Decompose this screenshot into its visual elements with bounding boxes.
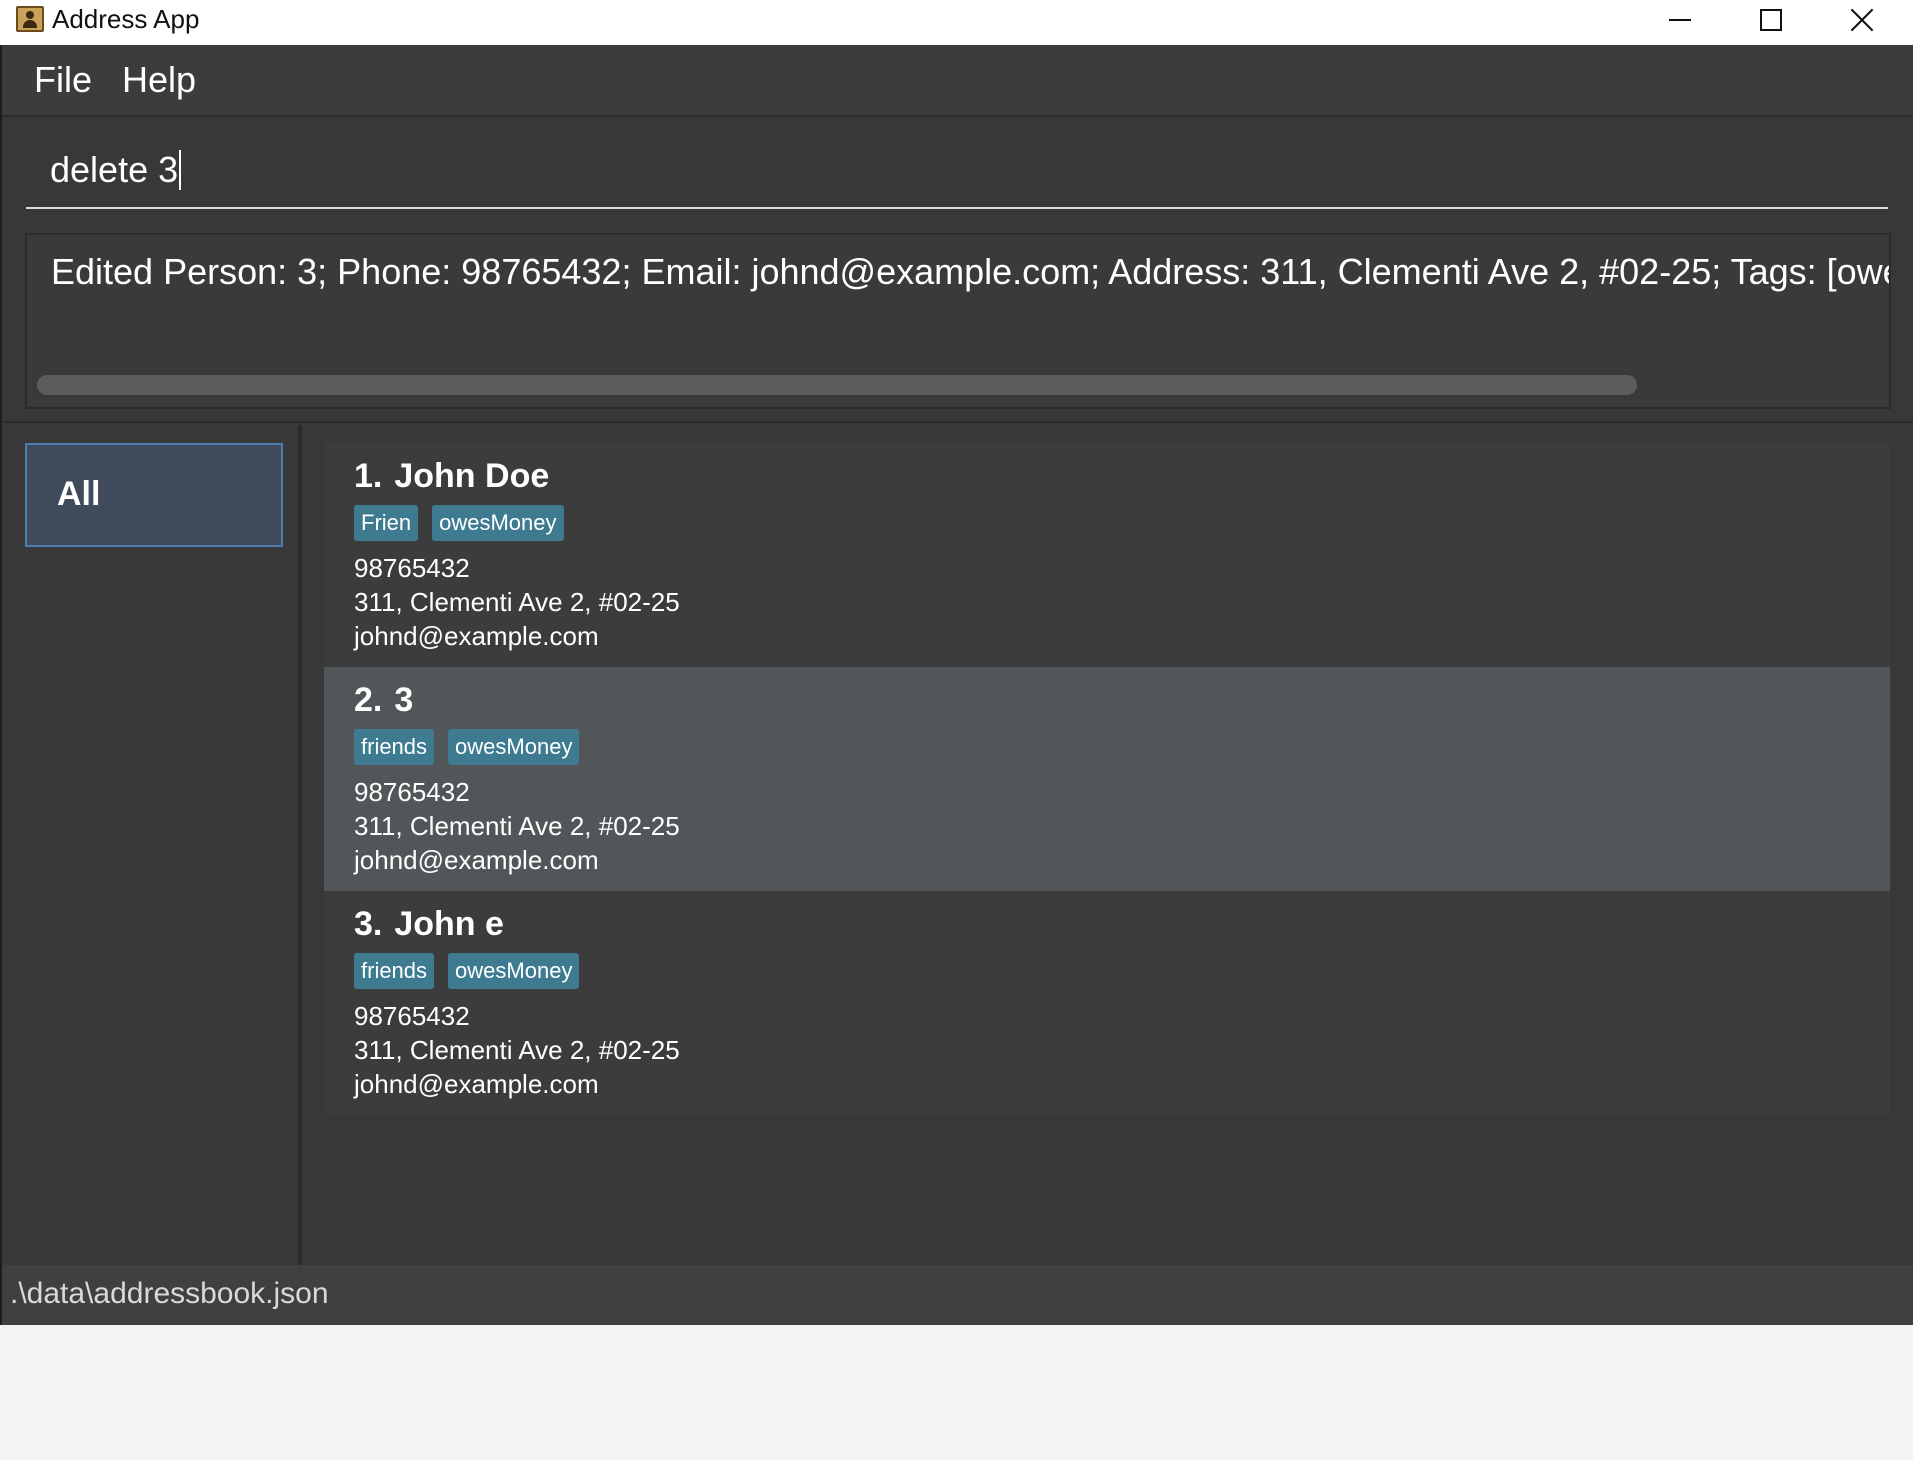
person-name-text: John e — [394, 905, 504, 943]
menu-help[interactable]: Help — [122, 59, 196, 101]
command-box-area: delete 3 — [2, 119, 1913, 219]
text-caret — [179, 150, 182, 190]
horizontal-scrollbar[interactable] — [37, 375, 1883, 397]
person-index: 1. — [354, 457, 383, 495]
tag-list: Frien owesMoney — [354, 505, 564, 541]
address-book-icon — [16, 6, 44, 32]
app-window: File Help delete 3 Edited Person: 3; Pho… — [2, 45, 1913, 1325]
result-display-area: Edited Person: 3; Phone: 98765432; Email… — [2, 223, 1913, 423]
person-card[interactable]: 3. John e friends owesMoney 98765432 311,… — [324, 891, 1890, 1115]
person-name-text: John Doe — [394, 457, 550, 495]
title-bar: Address App — [0, 0, 1913, 45]
filter-sidebar: All — [2, 425, 302, 1265]
menu-bar: File Help — [2, 45, 1913, 117]
save-location: .\data\addressbook.json — [10, 1277, 329, 1310]
person-card[interactable]: 2. 3 friends owesMoney 98765432 311, Clem… — [324, 667, 1890, 891]
tag: Frien — [354, 505, 419, 541]
person-address: 311, Clementi Ave 2, #02-25 — [354, 811, 680, 841]
maximize-icon — [1760, 9, 1782, 31]
scrollbar-thumb[interactable] — [37, 375, 1637, 395]
result-display[interactable]: Edited Person: 3; Phone: 98765432; Email… — [25, 233, 1891, 409]
tag: friends — [354, 953, 435, 989]
desktop-background — [0, 1325, 1913, 1460]
person-phone: 98765432 — [354, 777, 470, 807]
tag: owesMoney — [432, 505, 564, 541]
maximize-button[interactable] — [1727, 0, 1815, 40]
window-title: Address App — [52, 4, 200, 34]
tab-all[interactable]: All — [25, 443, 283, 547]
command-input[interactable]: delete 3 — [26, 129, 1888, 209]
person-card[interactable]: 1. John Doe Frien owesMoney 98765432 311,… — [324, 443, 1890, 667]
person-name-text: 3 — [394, 681, 414, 719]
close-icon — [1850, 8, 1874, 32]
command-input-text: delete 3 — [50, 149, 179, 190]
person-name: 1. John Doe — [354, 457, 549, 496]
tag-list: friends owesMoney — [354, 953, 580, 989]
result-text: Edited Person: 3; Phone: 98765432; Email… — [51, 251, 1889, 292]
tab-all-label: All — [57, 475, 101, 513]
tag: friends — [354, 729, 435, 765]
tag: owesMoney — [448, 953, 580, 989]
person-email: johnd@example.com — [354, 845, 599, 875]
tag: owesMoney — [448, 729, 580, 765]
minimize-button[interactable] — [1636, 0, 1724, 40]
person-email: johnd@example.com — [354, 621, 599, 651]
person-phone: 98765432 — [354, 553, 470, 583]
status-bar: .\data\addressbook.json — [2, 1265, 1913, 1325]
person-index: 3. — [354, 905, 383, 943]
person-name: 2. 3 — [354, 681, 413, 720]
person-name: 3. John e — [354, 905, 504, 944]
person-phone: 98765432 — [354, 1001, 470, 1031]
person-address: 311, Clementi Ave 2, #02-25 — [354, 587, 680, 617]
person-address: 311, Clementi Ave 2, #02-25 — [354, 1035, 680, 1065]
person-list: 1. John Doe Frien owesMoney 98765432 311,… — [324, 443, 1890, 1115]
person-index: 2. — [354, 681, 383, 719]
menu-file[interactable]: File — [34, 59, 92, 101]
close-button[interactable] — [1818, 0, 1906, 40]
person-email: johnd@example.com — [354, 1069, 599, 1099]
minimize-icon — [1669, 19, 1691, 21]
tag-list: friends owesMoney — [354, 729, 580, 765]
